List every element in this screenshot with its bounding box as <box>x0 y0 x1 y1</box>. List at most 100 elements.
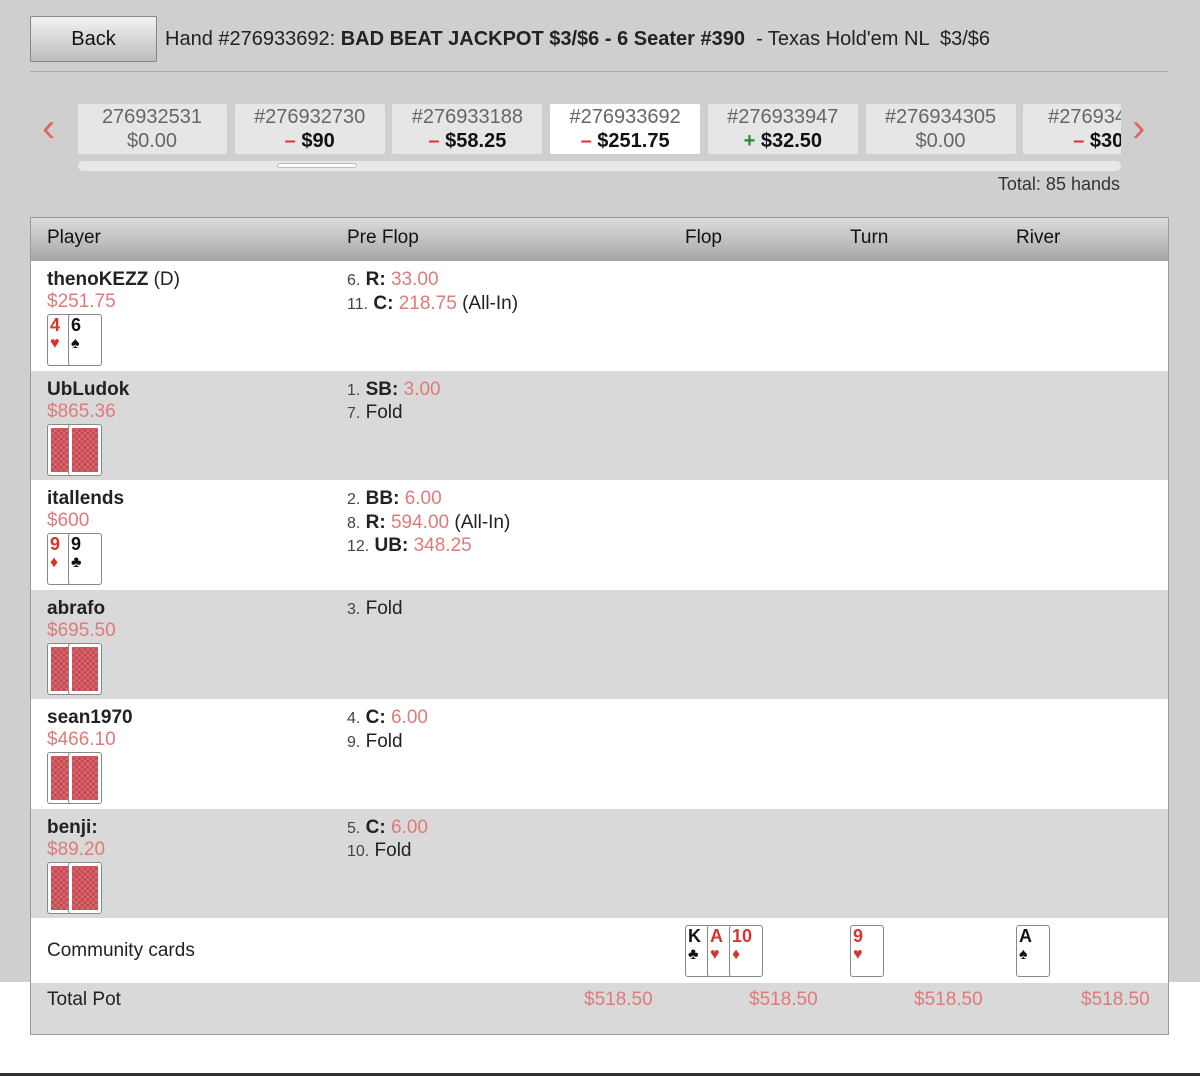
suit-icon: ♥ <box>710 946 720 963</box>
action-line: 9. Fold <box>347 731 428 755</box>
action-verb: BB: <box>365 488 400 509</box>
hand-name: BAD BEAT JACKPOT $3/$6 - 6 Seater #390 <box>340 28 745 50</box>
action-index: 3. <box>347 600 361 618</box>
hole-cards: 9 ♦ 9 ♣ <box>47 533 107 585</box>
action-note: (All-In) <box>449 511 511 533</box>
chevron-right-icon[interactable]: › <box>1132 108 1145 148</box>
col-preflop: Pre Flop <box>347 227 419 248</box>
playing-card: 9 ♣ <box>68 533 102 585</box>
suit-icon: ♥ <box>853 946 863 963</box>
action-line: 12. UB: 348.25 <box>347 535 510 559</box>
hands-strip: 276932531 $0.00 #276932730– $90 #276933188–… <box>78 104 1121 154</box>
hand-tab-number: #276934305 <box>884 106 997 128</box>
suit-icon: ♦ <box>732 946 741 963</box>
player-stack: $89.20 <box>47 838 106 860</box>
hand-tab[interactable]: #276933947 + $32.50 <box>707 104 858 154</box>
pot-turn: $518.50 <box>914 989 983 1010</box>
amount-sign: – <box>580 130 592 152</box>
hand-prefix: Hand #276933692: <box>165 28 341 50</box>
hole-cards: 4 ♥ 6 ♠ <box>47 314 107 366</box>
hand-title: Hand #276933692: BAD BEAT JACKPOT $3/$6 … <box>165 28 990 51</box>
action-amount: 33.00 <box>390 269 439 290</box>
action-index: 5. <box>347 819 361 837</box>
card-rank: A <box>710 926 723 946</box>
suit-icon: ♠ <box>71 335 80 352</box>
hand-tab[interactable]: #276932730– $90 <box>234 104 385 154</box>
player-name: thenoKEZZ (D) <box>47 269 180 291</box>
hand-tab-number: 276932531 <box>101 106 203 128</box>
card-rank: 10 <box>732 926 753 946</box>
player-name-text: itallends <box>47 488 125 509</box>
action-note: Fold <box>365 597 403 619</box>
card-rank: 9 <box>50 534 61 554</box>
card-back <box>68 642 102 695</box>
action-index: 8. <box>347 514 361 532</box>
action-amount: 348.25 <box>413 535 472 556</box>
suit-icon: ♣ <box>71 554 82 571</box>
action-amount: 6.00 <box>390 816 428 838</box>
suit-icon: ♦ <box>50 554 59 571</box>
col-turn: Turn <box>850 227 889 248</box>
hand-tab-amount: $0.00 <box>78 130 227 153</box>
hand-tab-amount: $0.00 <box>866 130 1016 153</box>
amount-value: $30 <box>1089 130 1121 152</box>
amount-value: $90 <box>301 130 335 152</box>
card-back <box>68 861 102 914</box>
hole-cards <box>47 861 107 914</box>
chevron-left-icon[interactable]: ‹ <box>42 108 55 148</box>
action-amount: 218.75 <box>398 292 457 314</box>
table-row: itallends $600 9 ♦ 9 ♣ 2. BB: 6.00 8. R: 594.00… <box>31 480 1168 590</box>
player-name-text: thenoKEZZ <box>47 269 149 290</box>
hand-tab[interactable]: #276933692– $251.75 <box>550 104 701 154</box>
action-note: Fold <box>365 730 403 752</box>
action-amount: 6.00 <box>390 707 428 728</box>
card-rank: A <box>1019 926 1032 946</box>
card-rank: 6 <box>71 315 82 335</box>
action-amount: 594.00 <box>390 511 450 533</box>
hole-cards <box>47 423 107 476</box>
action-verb: C: <box>365 707 386 728</box>
player-name-text: abrafo <box>47 597 106 619</box>
hand-tab-number: #27693441 <box>1048 106 1121 128</box>
hand-tab[interactable]: #276934305 $0.00 <box>865 104 1016 154</box>
hand-tab[interactable]: #27693441– $30 <box>1023 104 1121 154</box>
community-cards-row: Community cards K ♣ A ♥ 10 ♦ 9 ♥ A ♠ <box>31 918 1168 983</box>
action-index: 6. <box>347 272 361 289</box>
hands-scrollbar[interactable] <box>78 161 1121 171</box>
action-index: 9. <box>347 733 361 751</box>
preflop-actions: 1. SB: 3.00 7. Fold <box>347 379 441 426</box>
amount-sign: + <box>743 130 756 152</box>
hand-tab-number: #276933692 <box>569 106 681 128</box>
amount-value: $32.50 <box>760 130 822 152</box>
action-line: 8. R: 594.00 (All-In) <box>347 512 510 536</box>
playing-card: A ♠ <box>1016 925 1050 977</box>
hand-tab[interactable]: #276933188– $58.25 <box>392 104 543 154</box>
scrollbar-thumb[interactable] <box>277 163 357 168</box>
hole-cards <box>47 752 107 804</box>
action-index: 11. <box>347 295 369 313</box>
hand-tab-amount: – $90 <box>235 130 385 153</box>
table-row: benji: $89.20 5. C: 6.00 10. Fold <box>31 808 1168 919</box>
player-name: itallends <box>47 488 124 510</box>
player-name: abrafo <box>47 598 105 620</box>
amount-sign: – <box>428 130 440 152</box>
hand-suffix: - Texas Hold'em NL $3/$6 <box>744 28 991 50</box>
action-line: 5. C: 6.00 <box>347 817 428 841</box>
hand-tab[interactable]: 276932531 $0.00 <box>78 104 227 154</box>
hand-table: Player Pre Flop Flop Turn River thenoKEZ… <box>30 217 1169 1035</box>
action-amount: 6.00 <box>404 488 442 509</box>
action-verb: R: <box>365 269 386 290</box>
action-verb: C: <box>365 816 386 838</box>
back-button[interactable]: Back <box>30 16 157 62</box>
action-line: 11. C: 218.75 (All-In) <box>347 293 518 317</box>
col-player: Player <box>47 227 101 248</box>
card-back <box>68 752 102 804</box>
player-name-text: benji: <box>47 816 98 838</box>
card-rank: 9 <box>71 534 82 554</box>
player-stack: $466.10 <box>47 729 116 750</box>
suit-icon: ♣ <box>688 946 699 963</box>
player-name: sean1970 <box>47 707 133 729</box>
player-stack: $865.36 <box>47 400 116 422</box>
action-note: Fold <box>374 840 412 861</box>
amount-sign: – <box>1073 130 1085 152</box>
